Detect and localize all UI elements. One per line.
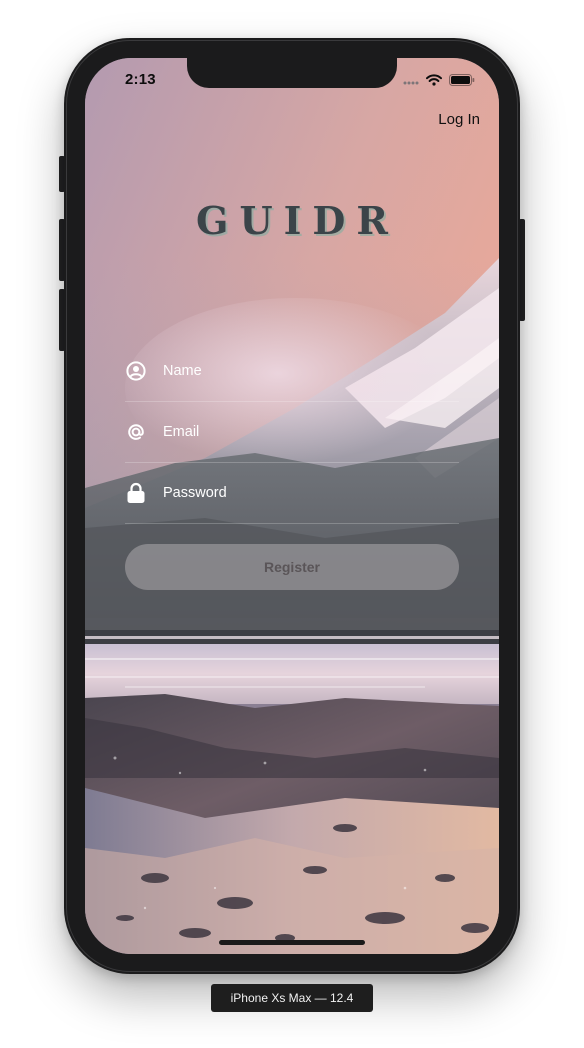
status-icons bbox=[403, 73, 475, 91]
simulator-stage: 2:13 Log In GUIDR Name Email Register iP… bbox=[0, 0, 584, 1048]
email-input[interactable] bbox=[163, 424, 443, 440]
login-link[interactable]: Log In bbox=[438, 111, 480, 128]
lock-icon bbox=[125, 482, 147, 504]
at-sign-icon bbox=[125, 421, 147, 443]
phone-screen: 2:13 Log In GUIDR Name Email Register bbox=[85, 58, 499, 954]
home-indicator[interactable] bbox=[219, 940, 365, 945]
app-logo: GUIDR bbox=[196, 198, 399, 243]
status-time: 2:13 bbox=[125, 71, 156, 88]
battery-icon bbox=[449, 73, 475, 91]
password-field[interactable] bbox=[125, 463, 459, 524]
register-button[interactable]: Register bbox=[125, 544, 459, 590]
name-input[interactable] bbox=[163, 363, 443, 379]
cellular-signal-icon bbox=[403, 73, 419, 91]
simulator-device-label: iPhone Xs Max — 12.4 bbox=[211, 984, 373, 1012]
screen-notch bbox=[187, 58, 397, 88]
user-circle-icon bbox=[125, 360, 147, 382]
email-field[interactable] bbox=[125, 402, 459, 463]
password-input[interactable] bbox=[163, 485, 443, 501]
name-field[interactable] bbox=[125, 341, 459, 402]
wifi-icon bbox=[426, 73, 442, 91]
